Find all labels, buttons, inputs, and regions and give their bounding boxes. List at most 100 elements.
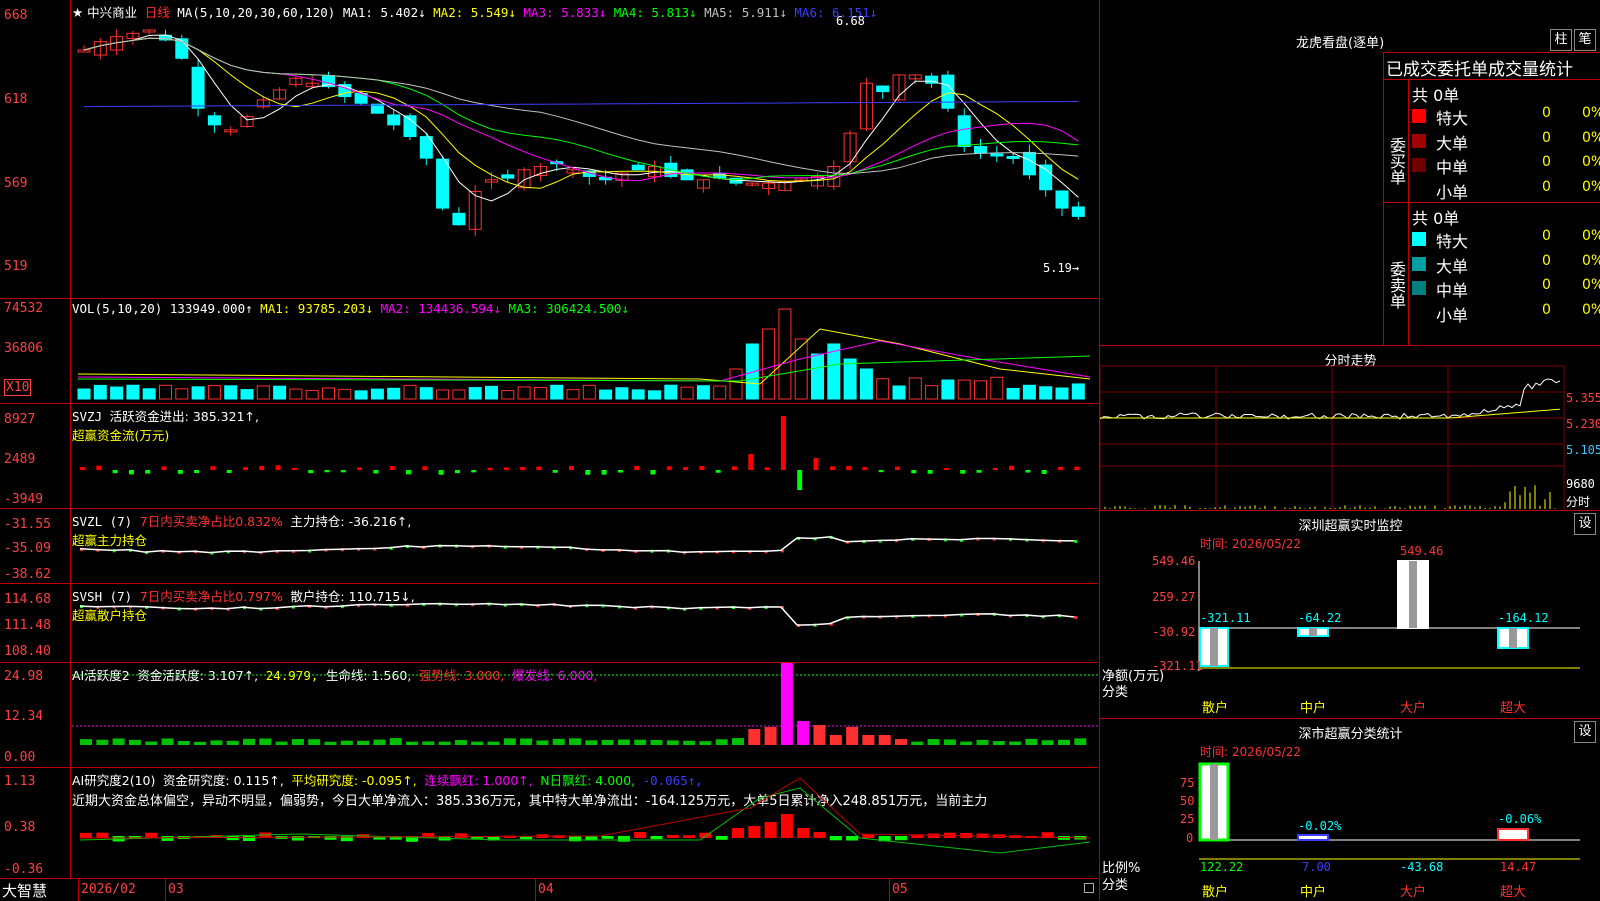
activity-bar: [177, 740, 190, 745]
tick-mark: [1074, 539, 1078, 543]
volume-bar: [957, 379, 971, 400]
svzj-pane[interactable]: 8927 2489 -3949 SVZJ 活跃资金进出: 385.321↑, 超…: [0, 404, 1098, 509]
activity-bar: [503, 738, 516, 745]
research-avg-line: [79, 777, 1091, 839]
volume-bar: [631, 389, 645, 400]
monitor-panel[interactable]: 深圳超赢实时监控 设 时间: 2026/05/22 549.46 259.27 …: [1099, 511, 1600, 719]
svsh-pane[interactable]: 114.68 111.48 108.40 SVSH (7) 7日内买卖净占比0.…: [0, 584, 1098, 663]
lhb-title: 龙虎看盘(逐单): [1296, 36, 1385, 51]
flow-bar: [715, 470, 721, 473]
sell-side-label: 委卖单: [1387, 261, 1406, 309]
flow-bar: [878, 470, 884, 473]
activity-bar: [911, 741, 924, 745]
flow-bar: [520, 467, 526, 470]
activity-bar: [112, 738, 125, 745]
research-bar: [780, 814, 793, 838]
volume-bar: [354, 390, 368, 400]
ai-research-pane[interactable]: 1.13 0.38 -0.36 AI研究度2(10) 资金研究度: 0.115↑…: [0, 768, 1098, 878]
flow-bar: [308, 470, 314, 474]
kline-pane[interactable]: 668 618 569 519 ★ 中兴商业 日线 MA(5,10,20,30,…: [0, 0, 1098, 299]
flow-bar: [699, 465, 705, 470]
intraday-tick: 5.230: [1566, 417, 1600, 431]
intraday-panel[interactable]: 分时走势 5.355 5.230 5.105 9680 分时: [1099, 346, 1600, 511]
low-marker: 5.19→: [1043, 261, 1080, 275]
flow-bar: [438, 470, 444, 475]
intraday-price-line: [1100, 378, 1561, 420]
flow-bar: [1041, 470, 1047, 474]
high-marker: 6.68: [836, 14, 865, 28]
monitor-tick: -30.92: [1152, 625, 1196, 639]
volume-bar: [876, 378, 890, 400]
row-count: 0: [1542, 178, 1551, 195]
activity-bar: [601, 739, 614, 745]
candle: [452, 212, 466, 226]
research-bar: [895, 836, 907, 841]
lock-icon[interactable]: [1084, 883, 1094, 893]
classify-value: -43.68: [1400, 860, 1444, 874]
flow-bar: [96, 465, 102, 470]
flow-bar: [976, 470, 982, 473]
flow-bar: [536, 466, 542, 470]
svzl-pane[interactable]: -31.55 -35.09 -38.62 SVZL (7) 7日内买卖净占比0.…: [0, 509, 1098, 584]
row-name: 特大: [1436, 109, 1469, 128]
flow-bar: [80, 467, 85, 470]
date-tick: 2026/02: [78, 879, 136, 901]
flow-bar: [683, 467, 689, 470]
volume-bar: [224, 385, 238, 400]
flow-bar: [927, 470, 933, 474]
color-swatch: [1412, 232, 1426, 246]
intraday-avg-line: [1100, 408, 1561, 419]
ratio-bar-shade: [1210, 764, 1218, 840]
candle: [1039, 164, 1053, 191]
volume-bar: [256, 385, 270, 400]
volume-bar: [322, 387, 335, 400]
row-pct: 0%: [1582, 105, 1600, 121]
ratio-bar: [1497, 828, 1529, 841]
volume-bar: [615, 387, 629, 400]
candle: [1022, 151, 1036, 176]
activity-bar: [161, 738, 174, 745]
flow-bar: [112, 470, 118, 474]
classify-cat-label: 分类: [1102, 878, 1129, 893]
volume-bar: [892, 385, 906, 400]
activity-bar: [992, 741, 1005, 745]
flow-bar: [732, 466, 737, 470]
research-bar: [80, 832, 92, 838]
vol-ma1-line: [77, 328, 1091, 385]
volume-bar: [485, 385, 498, 400]
volume-canvas: [77, 308, 1091, 400]
volume-bar: [338, 388, 352, 400]
monitor-value-label: -321.11: [1200, 611, 1251, 625]
candle: [631, 164, 645, 171]
activity-bar: [683, 740, 696, 745]
row-name: 特大: [1436, 232, 1469, 251]
activity-bar: [194, 741, 207, 745]
sell-row: 大单 0 0%: [1412, 253, 1600, 278]
flow-bar: [846, 466, 852, 470]
bar-mode-button[interactable]: 柱: [1550, 29, 1572, 51]
activity-bar: [145, 741, 158, 745]
net-bar-shade: [1210, 628, 1218, 666]
activity-bar: [569, 738, 581, 745]
candle: [974, 146, 987, 154]
volume-bar: [419, 387, 433, 400]
monitor-cat-label: 分类: [1102, 685, 1129, 700]
ai-active-pane[interactable]: 24.98 12.34 0.00 AI活跃度2 资金活跃度: 3.107↑, 2…: [0, 663, 1098, 768]
classify-bar-label: -0.06%: [1498, 812, 1542, 826]
volume-pane[interactable]: 74532 36806 X10 VOL(5,10,20) 133949.000↑…: [0, 299, 1098, 404]
activity-bar: [80, 739, 92, 745]
tick-mode-button[interactable]: 笔: [1574, 29, 1596, 51]
tick-mark: [1074, 615, 1078, 619]
flow-bar: [503, 467, 509, 470]
brand-logo: 大智慧: [2, 882, 48, 900]
row-pct: 0%: [1582, 178, 1600, 195]
flow-bar: [1058, 466, 1063, 470]
volume-bar: [778, 308, 792, 400]
intraday-canvas: [1100, 365, 1565, 510]
sell-row: 小单 0 0%: [1412, 302, 1600, 327]
classify-cat: 超大: [1500, 885, 1527, 900]
classify-panel[interactable]: 深市超赢分类统计 设 时间: 2026/05/22 75 50 25 0 -0.…: [1099, 719, 1600, 900]
row-name: 中单: [1436, 158, 1469, 177]
flow-bar: [1009, 465, 1015, 470]
lhb-subtitle: 已成交委托单成交量统计: [1386, 60, 1573, 80]
